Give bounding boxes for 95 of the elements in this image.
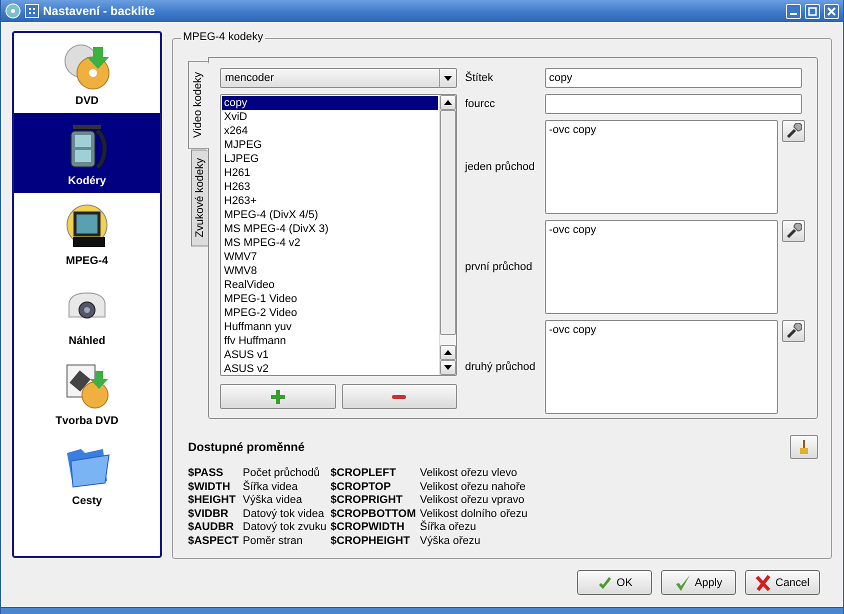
sidebar-item[interactable]: DVD bbox=[14, 33, 160, 113]
clear-button[interactable] bbox=[790, 435, 818, 459]
close-button[interactable] bbox=[824, 4, 839, 18]
codec-item[interactable]: ffv Huffmann bbox=[222, 334, 438, 348]
variable-name: $CROPHEIGHT bbox=[330, 534, 411, 548]
variable-name: $HEIGHT bbox=[188, 494, 237, 508]
codec-item[interactable]: MS MPEG-4 v2 bbox=[222, 236, 438, 250]
maximize-icon bbox=[808, 6, 817, 16]
tab[interactable]: Video kodeky bbox=[188, 61, 209, 149]
section-heading: Dostupné proměnné bbox=[188, 440, 305, 454]
dialog-button[interactable]: OK bbox=[577, 570, 652, 595]
variable-description: Datový tok zvuku bbox=[242, 521, 327, 534]
scroll-down-icon[interactable] bbox=[444, 365, 452, 370]
minimize-button[interactable] bbox=[786, 4, 801, 18]
codec-item[interactable]: MPEG-1 Video bbox=[222, 292, 438, 306]
variable-description: Šířka videa bbox=[242, 480, 299, 494]
sidebar-item[interactable]: Cesty bbox=[14, 433, 160, 513]
maximize-button[interactable] bbox=[805, 4, 820, 18]
options-field[interactable]: -ovc copy bbox=[545, 220, 778, 314]
variable-name: $CROPWIDTH bbox=[330, 521, 406, 534]
codec-item[interactable]: MPEG-2 Video bbox=[222, 306, 438, 320]
codec-item[interactable]: MPEG-4 (DivX 4/5) bbox=[222, 208, 438, 222]
variable-description: Velikost dolního ořezu bbox=[420, 508, 528, 520]
minimize-icon bbox=[790, 13, 797, 15]
variable-description: Poměr stran bbox=[242, 534, 304, 548]
close-icon bbox=[827, 6, 836, 16]
menu-icon[interactable] bbox=[25, 4, 39, 18]
plus-icon bbox=[270, 388, 286, 404]
codec-item[interactable]: WMV7 bbox=[222, 250, 438, 264]
variable-description: Šířka ořezu bbox=[420, 521, 478, 534]
codec-item[interactable]: H261 bbox=[222, 166, 438, 180]
configure-button[interactable] bbox=[782, 220, 805, 242]
caret-icon bbox=[444, 76, 452, 80]
options-field[interactable]: -ovc copy bbox=[545, 320, 778, 414]
sidebar-item[interactable]: Náhled bbox=[14, 273, 160, 353]
variable-name: $CROPLEFT bbox=[330, 467, 397, 480]
variable-description: Datový tok videa bbox=[242, 508, 326, 521]
codec-item[interactable]: x264 bbox=[222, 124, 438, 138]
variable-name: $CROPBOTTOM bbox=[330, 508, 416, 521]
variable-description: Výška ořezu bbox=[420, 534, 482, 548]
tab[interactable]: Zvukové kodeky bbox=[191, 148, 208, 246]
configure-button[interactable] bbox=[782, 120, 805, 142]
variable-name: $CROPRIGHT bbox=[330, 494, 404, 508]
codec-item[interactable]: Huffmann yuv bbox=[222, 320, 438, 334]
codec-item[interactable]: MS MPEG-4 (DivX 3) bbox=[222, 222, 438, 236]
remove-button[interactable] bbox=[342, 384, 457, 409]
brush-icon bbox=[798, 439, 810, 455]
window-title: Nastavení - backlite bbox=[43, 4, 156, 18]
codec-item[interactable]: WMV8 bbox=[222, 264, 438, 278]
field-label: druhý průchod bbox=[465, 361, 536, 373]
disc-icon bbox=[63, 43, 111, 91]
variable-description: Počet průchodů bbox=[242, 467, 321, 480]
encoder-dropdown[interactable]: mencoder bbox=[220, 68, 457, 88]
codec-item[interactable]: ASUS v1 bbox=[222, 348, 438, 362]
sidebar-item[interactable]: Tvorba DVD bbox=[14, 353, 160, 433]
variable-description: Velikost ořezu vlevo bbox=[420, 467, 518, 480]
variable-name: $CROPTOP bbox=[330, 480, 392, 494]
fourcc-field[interactable] bbox=[545, 94, 802, 114]
name-field[interactable]: copy bbox=[545, 68, 802, 88]
add-button[interactable] bbox=[220, 384, 336, 409]
sidebar-item[interactable]: Kodéry bbox=[14, 113, 160, 193]
variable-name: $VIDBR bbox=[188, 508, 230, 521]
field-label: fourcc bbox=[465, 98, 496, 110]
codec-item[interactable]: H263 bbox=[222, 180, 438, 194]
scrollbar[interactable] bbox=[439, 95, 456, 375]
variable-description: Výška videa bbox=[242, 494, 304, 508]
variable-description: Velikost ořezu vpravo bbox=[420, 494, 526, 508]
variable-name: $AUDBR bbox=[188, 521, 235, 534]
dialog-button[interactable]: Apply bbox=[661, 570, 736, 595]
sidebar-item[interactable]: MPEG-4 bbox=[14, 193, 160, 273]
check-icon bbox=[674, 574, 691, 592]
dialog-button[interactable]: Cancel bbox=[745, 570, 820, 595]
codec-item[interactable]: XviD bbox=[222, 110, 438, 124]
variable-name: $PASS bbox=[188, 467, 224, 480]
codec-item[interactable]: MJPEG bbox=[222, 138, 438, 152]
variable-name: $ASPECT bbox=[188, 534, 239, 548]
close-icon bbox=[755, 574, 772, 592]
scroll-up-icon[interactable] bbox=[444, 350, 452, 355]
check-arrow-icon bbox=[596, 574, 613, 590]
group-title: MPEG-4 kodeky bbox=[181, 31, 266, 43]
codec-item[interactable]: LJPEG bbox=[222, 152, 438, 166]
minus-icon bbox=[391, 394, 408, 400]
field-label: Štítek bbox=[465, 72, 494, 84]
codec-item[interactable]: copy bbox=[222, 96, 438, 110]
scroll-up-icon[interactable] bbox=[444, 100, 452, 105]
field-label: první průchod bbox=[465, 261, 534, 273]
options-field[interactable]: -ovc copy bbox=[545, 120, 778, 214]
app-icon bbox=[5, 3, 21, 19]
variable-description: Velikost ořezu nahoře bbox=[420, 480, 527, 494]
configure-button[interactable] bbox=[782, 320, 805, 342]
codec-item[interactable]: RealVideo bbox=[222, 278, 438, 292]
variable-name: $WIDTH bbox=[188, 480, 232, 494]
field-label: jeden průchod bbox=[465, 161, 536, 173]
codec-item[interactable]: ASUS v2 bbox=[222, 362, 438, 375]
codec-item[interactable]: H263+ bbox=[222, 194, 438, 208]
